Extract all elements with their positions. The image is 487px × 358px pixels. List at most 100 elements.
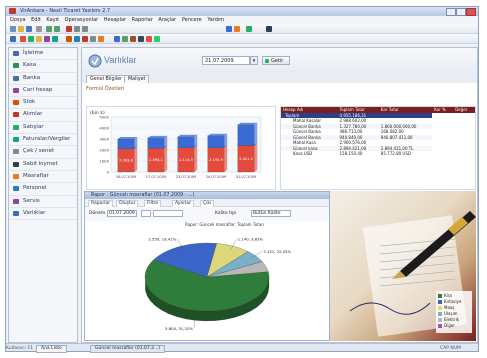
legend-label: Maaş (444, 305, 455, 310)
settings-icon[interactable] (130, 36, 136, 42)
sidebar-item-11[interactable]: Personel (9, 183, 77, 196)
sort-icon[interactable] (234, 26, 240, 32)
legend-swatch (438, 306, 442, 310)
pie-slice-label: 1.140, 3,63% (238, 236, 264, 241)
kasa-icon[interactable] (20, 36, 26, 42)
panel-title: Formül Özetleri (86, 86, 125, 92)
table-row[interactable]: Kasa USD 158.150,40 85.772,80 USD (281, 151, 475, 157)
close-button[interactable] (466, 8, 476, 16)
sidebar-item-8[interactable]: Çek / senet (9, 146, 77, 159)
bar-series-1 (147, 137, 165, 149)
chart-icon[interactable] (122, 36, 128, 42)
screen: { "window": {"title": "VirAnkara - Nexil… (0, 0, 487, 358)
bar-series-1 (207, 135, 225, 148)
date-input[interactable]: 21.07.2009 (202, 56, 250, 65)
period-dropdown[interactable] (141, 210, 151, 217)
sidebar: İşletme Kasa Banka Cari hesap Stok Alımlar Sat… (8, 47, 78, 343)
open-icon[interactable] (18, 26, 24, 32)
sidebar-item-4[interactable]: Stok (9, 97, 77, 110)
x-tick-label: 23.07.2009 (176, 175, 197, 179)
period-date-input[interactable]: 01.07.2009 (107, 210, 137, 217)
menu-raporlar[interactable]: Raporlar (132, 16, 153, 24)
table-cell: 158.150,40 (339, 151, 363, 156)
table-cell: 85.772,80 USD (380, 151, 411, 156)
content-header: Varlıklar 21.07.2009 ▾ Getir (82, 48, 477, 74)
sidebar-item-5[interactable]: Alımlar (9, 109, 77, 122)
menu-hesaplar[interactable]: Hesaplar (104, 16, 126, 24)
bar-series-1 (117, 138, 135, 149)
pie-slice-label: 2.550, 19,41% (148, 236, 176, 241)
menu-pencere[interactable]: Pencere (182, 16, 202, 24)
home-icon[interactable] (10, 36, 16, 42)
period-end-input[interactable] (153, 210, 183, 217)
sidebar-item-7[interactable]: Faturalar/Vergiler (9, 134, 77, 147)
y-tick-label: 3000 (99, 137, 109, 142)
sidebar-item-icon (13, 100, 19, 106)
sidebar-item-0[interactable]: İşletme (9, 48, 77, 61)
alert-icon[interactable] (146, 36, 152, 42)
pie-slice-label: 5.800, 31,32% (165, 326, 193, 331)
sidebar-item-label: Faturalar/Vergiler (23, 136, 71, 143)
fatura-icon[interactable] (52, 36, 58, 42)
data-label: 2.421,2 (239, 157, 253, 161)
cari-icon[interactable] (36, 36, 42, 42)
alim-icon[interactable] (66, 36, 72, 42)
masraf-icon[interactable] (82, 36, 88, 42)
sidebar-item-icon (13, 161, 19, 167)
new-icon[interactable] (10, 26, 16, 32)
save-icon[interactable] (26, 26, 32, 32)
help-icon[interactable] (266, 26, 272, 32)
quality-select[interactable]: Bütün Kalite (251, 210, 291, 217)
cek-icon[interactable] (90, 36, 96, 42)
x-tick-label: 17.07.2009 (146, 175, 167, 179)
menu-kayit[interactable]: Kayıt (46, 16, 59, 24)
menu-edit[interactable]: Edit (31, 16, 41, 24)
minimize-button[interactable] (446, 8, 456, 16)
report-icon[interactable] (114, 36, 120, 42)
menu-dosya[interactable]: Dosya (10, 16, 26, 24)
menu-operasyonlar[interactable]: Operasyonlar (65, 16, 99, 24)
menu-yardim[interactable]: Yardım (207, 16, 224, 24)
refresh-icon[interactable] (246, 26, 252, 32)
sidebar-item-10[interactable]: Masraflar (9, 171, 77, 184)
app-icon (9, 8, 16, 14)
tab-maliyet[interactable]: Maliyet (124, 75, 150, 83)
copy-icon[interactable] (74, 26, 80, 32)
column-header[interactable]: Değer (453, 107, 475, 113)
getir-button[interactable]: Getir (262, 56, 290, 65)
tab-strip: Genel Bilgiler Maliyet (82, 74, 477, 83)
sidebar-item-12[interactable]: Servis (9, 196, 77, 208)
stok-icon[interactable] (44, 36, 50, 42)
satis-icon[interactable] (74, 36, 80, 42)
check-icon[interactable] (154, 36, 160, 42)
sidebar-item-icon (13, 198, 19, 204)
sidebar-item-1[interactable]: Kasa (9, 60, 77, 73)
sidebar-item-label: Servis (23, 197, 40, 204)
paste-icon[interactable] (82, 26, 88, 32)
pie-area: Rapor: Günceli masraflar: Toplam Tutarı … (85, 221, 329, 340)
sidebar-item-9[interactable]: Sabit kıymet (9, 159, 77, 171)
redo-icon[interactable] (54, 26, 60, 32)
menu-araclar[interactable]: Araçlar (158, 16, 176, 24)
cut-icon[interactable] (66, 26, 72, 32)
column-header[interactable]: Kar % (432, 107, 453, 113)
maximize-button[interactable] (456, 8, 466, 16)
tab-genel-bilgiler[interactable]: Genel Bilgiler (86, 75, 127, 83)
personel-icon[interactable] (98, 36, 104, 42)
y-tick-label: 2000 (99, 148, 109, 153)
legend-label: Elektrik (444, 317, 460, 322)
calendar-icon[interactable] (138, 36, 144, 42)
undo-icon[interactable] (46, 26, 52, 32)
filter-icon[interactable] (226, 26, 232, 32)
sidebar-item-icon (13, 149, 19, 155)
sidebar-item-3[interactable]: Cari hesap (9, 85, 77, 98)
print-icon[interactable] (36, 26, 42, 32)
banka-icon[interactable] (28, 36, 34, 42)
sidebar-item-icon (13, 124, 19, 130)
main-panel: Varlıklar 21.07.2009 ▾ Getir Genel Bilgi… (81, 47, 478, 343)
sidebar-item-13[interactable]: Varlıklar (9, 208, 77, 221)
sidebar-item-6[interactable]: Satışlar (9, 122, 77, 135)
sidebar-item-2[interactable]: Banka (9, 73, 77, 85)
y-tick-label: 4000 (99, 126, 109, 131)
date-picker-icon[interactable]: ▾ (250, 56, 258, 65)
